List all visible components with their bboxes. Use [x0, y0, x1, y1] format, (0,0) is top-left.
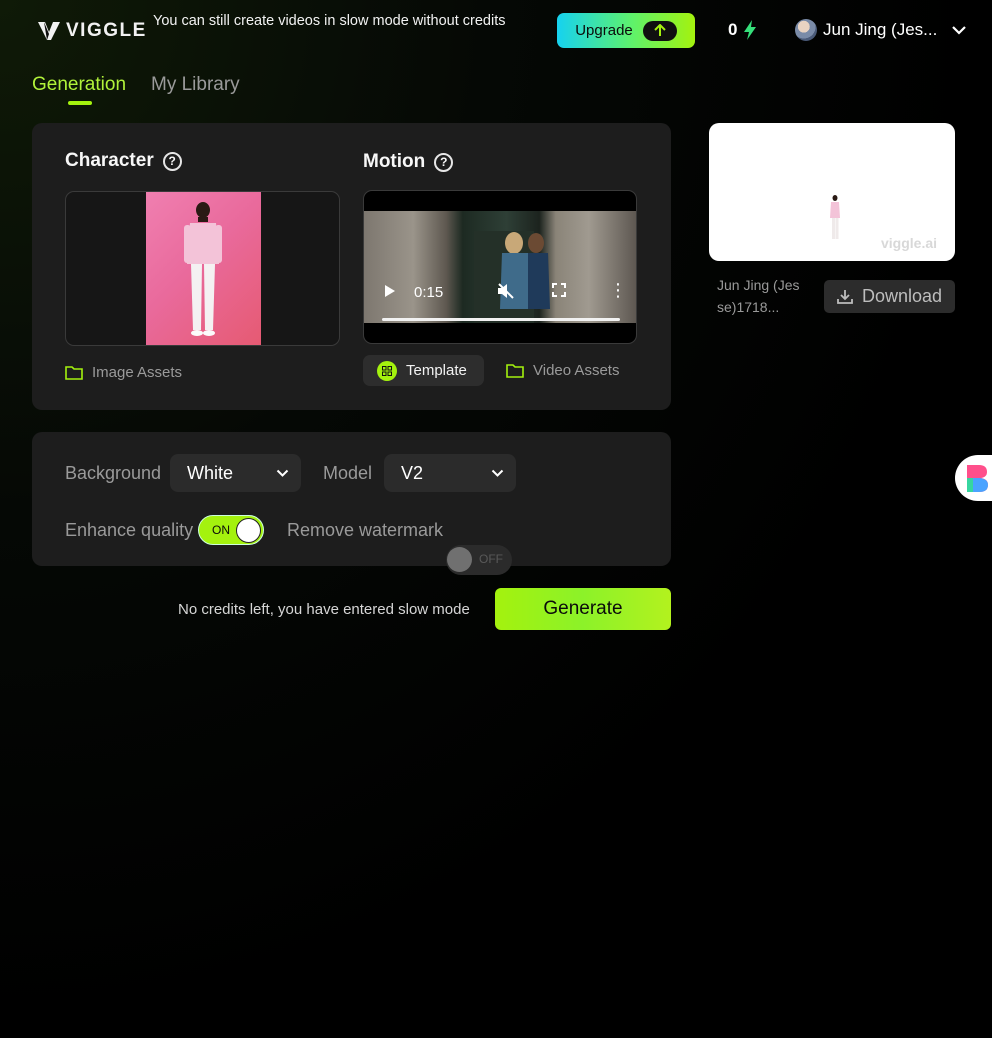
download-button[interactable]: Download: [824, 280, 955, 313]
download-icon: [837, 290, 853, 304]
preview-figure: [830, 195, 840, 239]
toggle-state: OFF: [479, 552, 503, 566]
toggle-knob: [447, 547, 472, 572]
generate-button[interactable]: Generate: [495, 588, 671, 630]
chevron-down-icon: [952, 26, 967, 35]
chevron-down-icon: [276, 469, 289, 477]
credits-count: 0: [728, 20, 738, 39]
template-label: Template: [406, 362, 467, 379]
remove-watermark-label: Remove watermark: [287, 520, 444, 540]
options-panel: [32, 432, 671, 566]
tab-my-library[interactable]: My Library: [151, 74, 240, 96]
enhance-quality-label: Enhance quality: [65, 520, 194, 540]
video-time: 0:15: [414, 284, 444, 301]
remove-watermark-toggle[interactable]: OFF: [446, 545, 512, 575]
character-upload[interactable]: [65, 191, 340, 346]
extension-logo-icon: [967, 465, 988, 492]
image-assets-link[interactable]: Image Assets: [65, 364, 182, 381]
upgrade-label: Upgrade: [575, 22, 633, 39]
viggle-watermark: viggle.ai: [881, 235, 938, 251]
character-image: [146, 192, 261, 345]
background-value: White: [187, 462, 234, 483]
background-label: Background: [65, 463, 162, 483]
folder-icon: [506, 364, 524, 378]
viggle-logo-icon: [38, 22, 60, 40]
play-icon[interactable]: [384, 284, 396, 302]
video-progress-bar[interactable]: [382, 318, 620, 321]
arrow-up-icon: [642, 20, 677, 41]
lightning-icon: [744, 20, 757, 40]
avatar: [795, 19, 817, 41]
viggle-logo[interactable]: VIGGLE: [38, 20, 147, 42]
download-label: Download: [861, 286, 943, 306]
template-button[interactable]: Template: [363, 355, 484, 386]
user-menu[interactable]: Jun Jing (Jes...: [795, 19, 967, 41]
slow-mode-notice: You can still create videos in slow mode…: [153, 13, 506, 29]
video-assets-link[interactable]: Video Assets: [506, 362, 619, 379]
help-icon[interactable]: ?: [434, 152, 454, 172]
model-value: V2: [401, 462, 424, 483]
result-preview[interactable]: viggle.ai: [709, 123, 955, 261]
fullscreen-icon[interactable]: [552, 283, 566, 302]
enhance-quality-toggle[interactable]: ON: [198, 515, 264, 545]
toggle-state: ON: [212, 523, 230, 537]
motion-title-text: Motion: [363, 151, 426, 172]
tab-generation[interactable]: Generation: [32, 74, 126, 96]
logo-text: VIGGLE: [66, 20, 147, 41]
chevron-down-icon: [491, 469, 504, 477]
result-file-name: Jun Jing (Jesse)1718...: [717, 277, 800, 315]
extension-widget[interactable]: [955, 455, 992, 501]
character-title: Character ?: [65, 150, 182, 172]
video-controls: 0:15 ⋮: [364, 279, 636, 343]
character-title-text: Character: [65, 150, 154, 171]
help-icon[interactable]: ?: [162, 151, 182, 171]
credits-counter[interactable]: 0: [728, 20, 757, 40]
motion-title: Motion ?: [363, 151, 454, 173]
background-select[interactable]: White: [170, 454, 301, 492]
user-name: Jun Jing (Jes...: [823, 20, 938, 39]
upgrade-button[interactable]: Upgrade: [557, 13, 695, 48]
grid-icon: [377, 360, 397, 381]
motion-video-player[interactable]: 0:15 ⋮: [363, 190, 637, 344]
model-label: Model: [323, 463, 373, 483]
folder-icon: [65, 366, 83, 380]
slow-mode-message: No credits left, you have entered slow m…: [178, 601, 470, 618]
active-tab-indicator: [68, 101, 92, 105]
muted-icon[interactable]: [496, 282, 516, 305]
image-assets-label: Image Assets: [92, 364, 183, 381]
model-select[interactable]: V2: [384, 454, 516, 492]
toggle-knob: [236, 518, 261, 543]
more-options-icon[interactable]: ⋮: [609, 281, 627, 299]
video-assets-label: Video Assets: [533, 362, 620, 379]
